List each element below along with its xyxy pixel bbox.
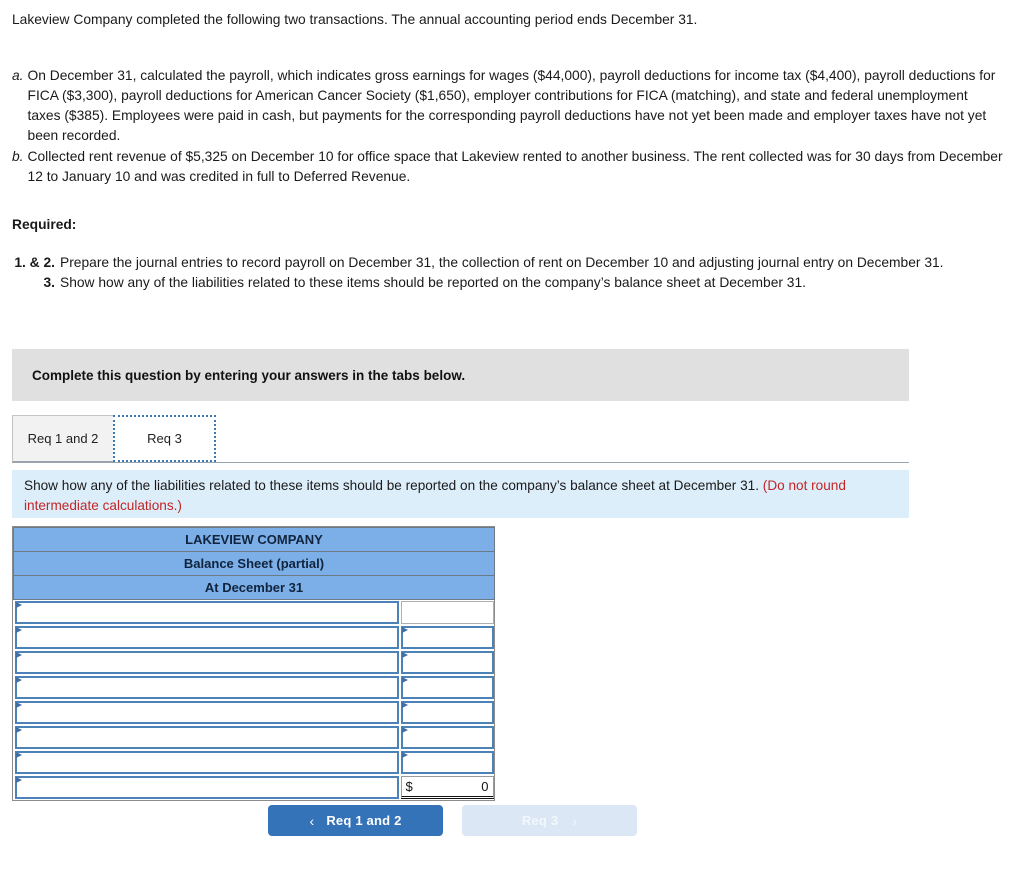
dropdown-triangle-icon (15, 627, 22, 633)
row-8-label-input[interactable] (14, 776, 399, 799)
transaction-item-b: b. Collected rent revenue of $5,325 on D… (12, 147, 1004, 187)
row-3-label-input[interactable] (14, 651, 399, 674)
table-row (14, 725, 495, 750)
total-value: 0 (481, 779, 489, 794)
table-row (14, 750, 495, 775)
row-8-label-cell (14, 775, 400, 800)
total-amount-cell: $ 0 (400, 776, 494, 799)
question-instruction-banner: Show how any of the liabilities related … (12, 470, 909, 518)
dropdown-triangle-icon (401, 652, 408, 658)
required-number-1-2: 1. & 2. (14, 255, 55, 270)
row-1-amount-cell (400, 600, 495, 626)
row-8-amount-cell: $ 0 (400, 775, 495, 800)
dropdown-triangle-icon (401, 677, 408, 683)
table-row (14, 650, 495, 675)
row-5-label-cell (14, 700, 400, 725)
row-7-label-input[interactable] (14, 751, 399, 774)
table-title-statement: Balance Sheet (partial) (13, 551, 495, 576)
transaction-marker-b: b. (12, 149, 24, 164)
row-4-amount-cell (400, 675, 495, 700)
balance-sheet-table: LAKEVIEW COMPANY Balance Sheet (partial)… (12, 526, 495, 801)
dropdown-triangle-icon (15, 602, 22, 608)
prev-button-label: Req 1 and 2 (326, 813, 402, 828)
table-header-row-company: LAKEVIEW COMPANY (13, 527, 495, 552)
row-7-amount-input[interactable] (400, 751, 494, 774)
next-req-3-button[interactable]: Req 3 › (462, 805, 637, 836)
tab-req-3[interactable]: Req 3 (113, 415, 216, 462)
required-item-1-2: 1. & 2. Prepare the journal entries to r… (12, 253, 1004, 273)
transaction-text-a: On December 31, calculated the payroll, … (27, 68, 996, 143)
required-item-3: 3. Show how any of the liabilities relat… (12, 273, 1004, 293)
problem-intro: Lakeview Company completed the following… (12, 10, 1002, 30)
chevron-right-icon: › (572, 812, 578, 829)
row-2-label-cell (14, 625, 400, 650)
required-text-3: Show how any of the liabilities related … (60, 275, 806, 290)
complete-question-text: Complete this question by entering your … (32, 367, 466, 383)
dropdown-triangle-icon (401, 727, 408, 733)
tab-req-3-label: Req 3 (147, 431, 182, 446)
table-row (14, 675, 495, 700)
row-1-label-cell (14, 600, 400, 626)
required-text-1-2: Prepare the journal entries to record pa… (60, 255, 944, 270)
tab-req-1-and-2-label: Req 1 and 2 (27, 431, 99, 446)
dropdown-triangle-icon (15, 702, 22, 708)
row-3-amount-input[interactable] (400, 651, 494, 674)
required-list: 1. & 2. Prepare the journal entries to r… (12, 253, 1004, 293)
table-row (14, 600, 495, 626)
row-2-label-input[interactable] (14, 626, 399, 649)
row-6-amount-input[interactable] (400, 726, 494, 749)
row-6-label-input[interactable] (14, 726, 399, 749)
row-3-amount-cell (400, 650, 495, 675)
table-row (14, 625, 495, 650)
next-button-label: Req 3 (521, 813, 559, 828)
dropdown-triangle-icon (15, 777, 22, 783)
intro-text: Lakeview Company completed the following… (12, 12, 698, 27)
table-header-row-date: At December 31 (13, 575, 495, 600)
row-4-amount-input[interactable] (400, 676, 494, 699)
table-row-total: $ 0 (14, 775, 495, 800)
chevron-left-icon: ‹ (309, 812, 315, 829)
transaction-text-b: Collected rent revenue of $5,325 on Dece… (27, 149, 1003, 184)
prev-req-1-and-2-button[interactable]: ‹ Req 1 and 2 (268, 805, 443, 836)
row-3-label-cell (14, 650, 400, 675)
tab-strip: Req 1 and 2 Req 3 (12, 413, 909, 463)
row-7-label-cell (14, 750, 400, 775)
row-6-amount-cell (400, 725, 495, 750)
row-4-label-input[interactable] (14, 676, 399, 699)
dropdown-triangle-icon (401, 752, 408, 758)
row-7-amount-cell (400, 750, 495, 775)
row-5-amount-cell (400, 700, 495, 725)
row-2-amount-cell (400, 625, 495, 650)
table-header-row-statement: Balance Sheet (partial) (13, 551, 495, 576)
currency-symbol: $ (405, 779, 413, 794)
row-1-label-input[interactable] (14, 601, 399, 624)
required-heading: Required: (12, 217, 77, 232)
question-instruction-text: Show how any of the liabilities related … (24, 478, 760, 493)
dropdown-triangle-icon (15, 727, 22, 733)
transaction-item-a: a. On December 31, calculated the payrol… (12, 66, 1004, 146)
table-title-company: LAKEVIEW COMPANY (13, 527, 495, 552)
dropdown-triangle-icon (15, 677, 22, 683)
required-number-3: 3. (43, 275, 55, 290)
tab-req-1-and-2[interactable]: Req 1 and 2 (12, 415, 114, 462)
row-5-amount-input[interactable] (400, 701, 494, 724)
table-title-date: At December 31 (13, 575, 495, 600)
row-6-label-cell (14, 725, 400, 750)
transaction-marker-a: a. (12, 68, 24, 83)
table-row (14, 700, 495, 725)
dropdown-triangle-icon (15, 752, 22, 758)
complete-question-banner: Complete this question by entering your … (12, 349, 909, 401)
row-2-amount-input[interactable] (400, 626, 494, 649)
dropdown-triangle-icon (401, 627, 408, 633)
row-1-amount-readonly (400, 601, 494, 624)
row-4-label-cell (14, 675, 400, 700)
row-5-label-input[interactable] (14, 701, 399, 724)
dropdown-triangle-icon (401, 702, 408, 708)
dropdown-triangle-icon (15, 652, 22, 658)
transaction-list: a. On December 31, calculated the payrol… (12, 66, 1004, 188)
